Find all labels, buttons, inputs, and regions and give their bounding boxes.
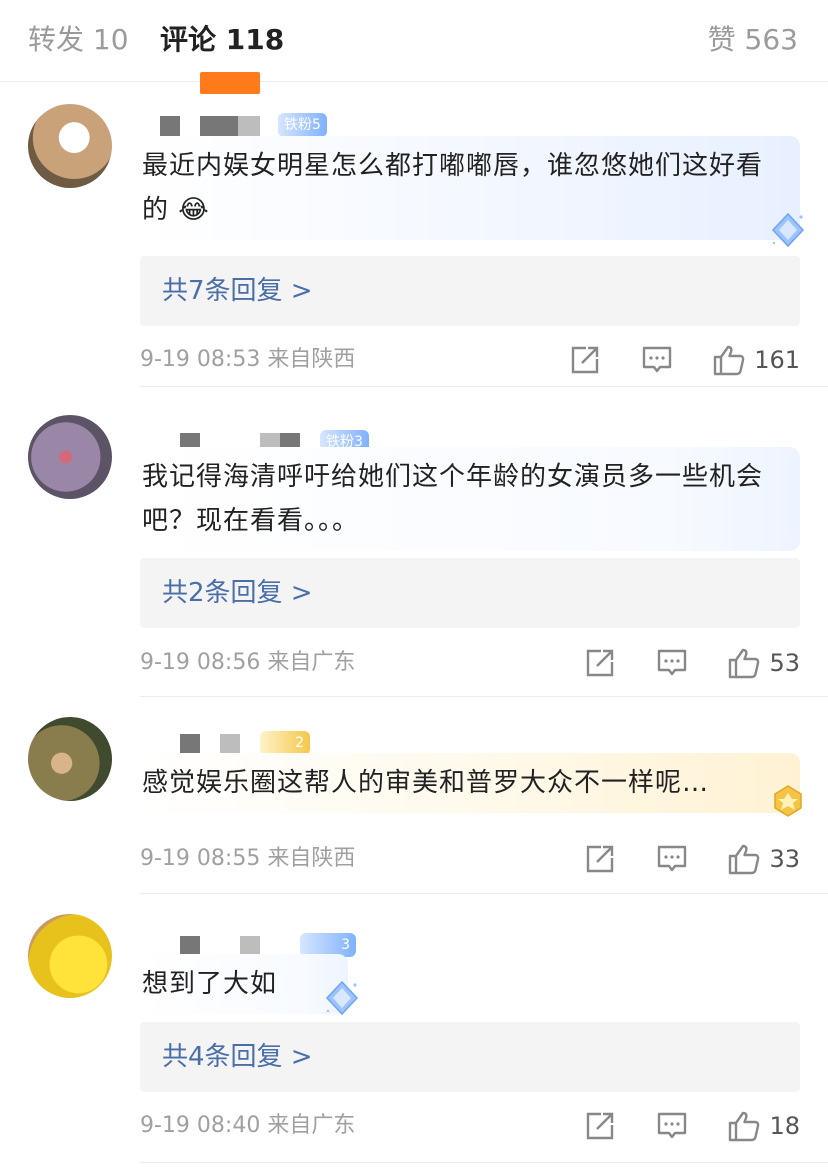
comment-text: 感觉娱乐圈这帮人的审美和普罗大众不一样呢… xyxy=(142,768,710,798)
comment-meta: 9-19 08:55 来自陕西 xyxy=(140,844,355,874)
thumbs-up-icon[interactable] xyxy=(727,1109,761,1143)
comment-icon[interactable] xyxy=(655,646,689,680)
comment-icon[interactable] xyxy=(655,1109,689,1143)
comment-text-bubble: 最近内娱女明星怎么都打嘟嘟唇，谁忽悠她们这好看的 😂 xyxy=(140,136,800,240)
like-count: 18 xyxy=(769,1112,800,1140)
comment-text: 我记得海清呼吁给她们这个年龄的女演员多一些机会吧？现在看看。。。 xyxy=(142,462,764,536)
thumbs-up-icon[interactable] xyxy=(727,842,761,876)
share-icon[interactable] xyxy=(568,343,602,377)
comment-text-bubble: 感觉娱乐圈这帮人的审美和普罗大众不一样呢… xyxy=(140,753,800,813)
comment-icon[interactable] xyxy=(655,842,689,876)
comment-time: 9-19 08:55 xyxy=(140,846,261,871)
comment-location: 来自广东 xyxy=(267,1113,356,1138)
crown-badge-icon xyxy=(770,783,806,819)
username-redacted[interactable]: 铁粉5 xyxy=(160,113,360,137)
view-replies-link[interactable]: 共2条回复 > xyxy=(140,558,800,628)
thumbs-up-icon[interactable] xyxy=(712,343,746,377)
comment-text-bubble: 我记得海清呼吁给她们这个年龄的女演员多一些机会吧？现在看看。。。 xyxy=(140,447,800,551)
thumbs-up-icon[interactable] xyxy=(727,646,761,680)
comment-text: 最近内娱女明星怎么都打嘟嘟唇，谁忽悠她们这好看的 😂 xyxy=(142,151,764,225)
like-count: 161 xyxy=(754,346,800,374)
username-redacted[interactable]: 3 xyxy=(160,933,360,957)
avatar[interactable] xyxy=(28,717,112,801)
fan-badge: 2 xyxy=(260,731,310,755)
comment-icon[interactable] xyxy=(640,343,674,377)
tab-reposts[interactable]: 转发 10 xyxy=(28,20,129,60)
comment-meta: 9-19 08:40 来自广东 xyxy=(140,1111,355,1141)
comment-actions: 161 xyxy=(568,342,800,378)
comment-meta: 9-19 08:53 来自陕西 xyxy=(140,345,355,375)
diamond-badge-icon xyxy=(770,212,806,248)
share-icon[interactable] xyxy=(583,1109,617,1143)
comment-item: 3 想到了大如 共4条回复 > 9-19 08:40 来自广东 18 xyxy=(0,894,828,1176)
comment-time: 9-19 08:40 xyxy=(140,1113,261,1138)
comment-item: 2 感觉娱乐圈这帮人的审美和普罗大众不一样呢… 9-19 08:55 来自陕西 … xyxy=(0,697,828,894)
diamond-badge-icon xyxy=(324,980,360,1016)
comment-meta: 9-19 08:56 来自广东 xyxy=(140,648,355,678)
comment-time: 9-19 08:53 xyxy=(140,347,261,372)
comment-text: 想到了大如 xyxy=(142,969,278,999)
tab-comments[interactable]: 评论 118 xyxy=(160,20,284,60)
comment-tabs: 转发 10 评论 118 赞 563 xyxy=(0,0,828,94)
divider xyxy=(140,1162,828,1163)
comment-actions: 18 xyxy=(583,1108,800,1144)
share-icon[interactable] xyxy=(583,646,617,680)
like-count: 53 xyxy=(769,649,800,677)
comment-location: 来自广东 xyxy=(267,650,356,675)
comment-text-bubble: 想到了大如 xyxy=(140,954,348,1014)
comment-actions: 33 xyxy=(583,841,800,877)
share-icon[interactable] xyxy=(583,842,617,876)
comment-location: 来自陕西 xyxy=(267,846,356,871)
avatar[interactable] xyxy=(28,415,112,499)
comment-location: 来自陕西 xyxy=(267,347,356,372)
tab-likes[interactable]: 赞 563 xyxy=(708,20,798,60)
avatar[interactable] xyxy=(28,104,112,188)
comment-time: 9-19 08:56 xyxy=(140,650,261,675)
comment-item: 铁粉3 我记得海清呼吁给她们这个年龄的女演员多一些机会吧？现在看看。。。 共2条… xyxy=(0,387,828,697)
comment-actions: 53 xyxy=(583,645,800,681)
comment-item: 铁粉5 最近内娱女明星怎么都打嘟嘟唇，谁忽悠她们这好看的 😂 共7条回复 > 9… xyxy=(0,82,828,387)
view-replies-link[interactable]: 共4条回复 > xyxy=(140,1022,800,1092)
view-replies-link[interactable]: 共7条回复 > xyxy=(140,256,800,326)
username-redacted[interactable]: 2 xyxy=(160,731,340,755)
like-count: 33 xyxy=(769,845,800,873)
avatar[interactable] xyxy=(28,914,112,998)
fan-badge: 铁粉5 xyxy=(278,113,327,137)
